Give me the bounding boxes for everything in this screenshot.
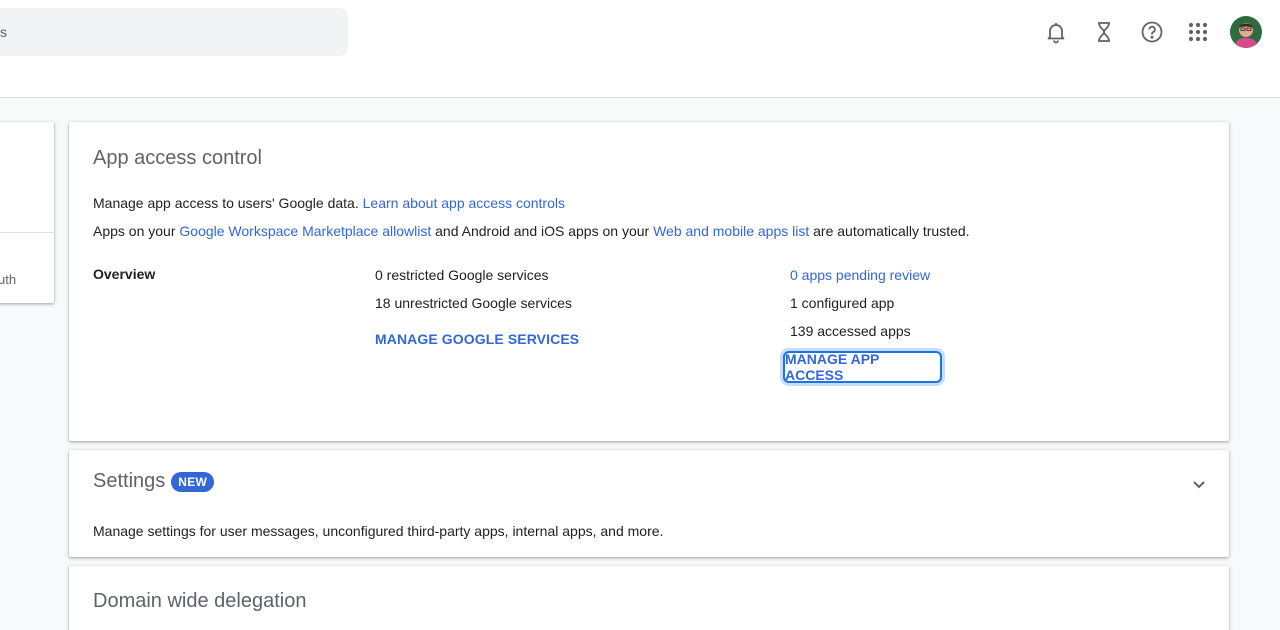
domain-wide-delegation-card[interactable]: Domain wide delegation — [69, 566, 1229, 630]
search-input[interactable]: s — [0, 8, 348, 56]
description-line-2: Apps on your Google Workspace Marketplac… — [93, 223, 970, 239]
settings-title-row: Settings NEW — [93, 470, 215, 493]
accessed-apps-count: 139 accessed apps — [790, 323, 911, 339]
description-text: Apps on your — [93, 223, 180, 239]
main-content: uth App access control Manage app access… — [0, 98, 1280, 630]
top-bar: s — [0, 0, 1280, 98]
apps-pending-review-link[interactable]: 0 apps pending review — [790, 267, 930, 283]
hourglass-icon[interactable] — [1086, 14, 1122, 50]
settings-card[interactable]: Settings NEW Manage settings for user mes… — [69, 450, 1229, 557]
app-access-control-card: App access control Manage app access to … — [69, 122, 1229, 441]
search-input-text: s — [0, 24, 7, 40]
manage-google-services-button[interactable]: MANAGE GOOGLE SERVICES — [375, 331, 579, 347]
settings-title: Settings — [93, 470, 166, 492]
apps-grid-icon[interactable] — [1180, 14, 1216, 50]
chevron-down-icon[interactable] — [1187, 472, 1211, 496]
unrestricted-services-count: 18 unrestricted Google services — [375, 295, 572, 311]
overview-label: Overview — [93, 266, 156, 282]
domain-delegation-title: Domain wide delegation — [93, 590, 307, 612]
divider — [0, 232, 54, 233]
web-mobile-apps-link[interactable]: Web and mobile apps list — [653, 223, 809, 239]
help-icon[interactable] — [1134, 14, 1170, 50]
left-panel-text[interactable]: uth — [0, 272, 16, 287]
learn-app-access-link[interactable]: Learn about app access controls — [363, 195, 565, 211]
description-text: and Android and iOS apps on your — [431, 223, 654, 239]
description-text: are automatically trusted. — [809, 223, 970, 239]
description-line-1: Manage app access to users' Google data.… — [93, 195, 565, 211]
bell-icon[interactable] — [1038, 14, 1074, 50]
restricted-services-count: 0 restricted Google services — [375, 267, 549, 283]
settings-description: Manage settings for user messages, uncon… — [93, 523, 664, 539]
avatar[interactable] — [1230, 16, 1262, 48]
new-badge: NEW — [171, 471, 215, 492]
manage-app-access-button[interactable]: MANAGE APP ACCESS — [783, 351, 942, 383]
left-panel-card: uth — [0, 122, 54, 303]
marketplace-allowlist-link[interactable]: Google Workspace Marketplace allowlist — [179, 223, 431, 239]
card-title: App access control — [93, 147, 262, 169]
description-text: Manage app access to users' Google data. — [93, 195, 363, 211]
configured-apps-count: 1 configured app — [790, 295, 895, 311]
